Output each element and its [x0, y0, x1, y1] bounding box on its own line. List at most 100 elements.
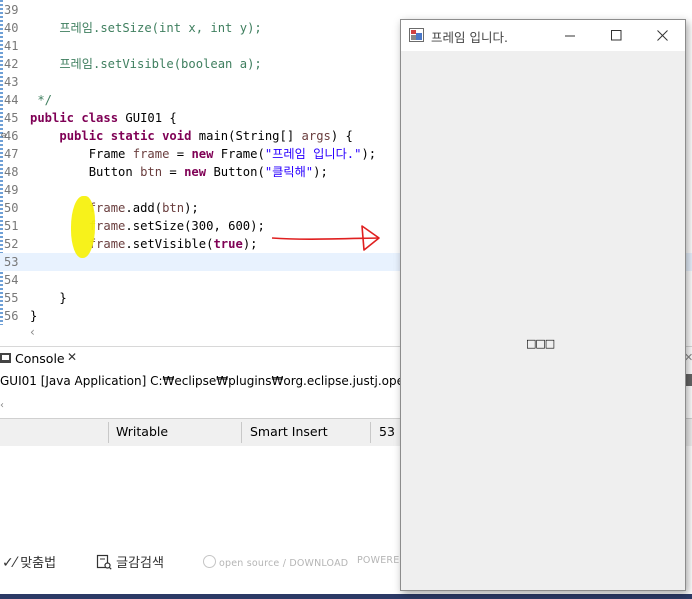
spellcheck-icon: ✓⁄ [2, 555, 17, 571]
code-token: args [301, 129, 331, 143]
line-number: 54 [4, 273, 19, 287]
code-token: true [213, 237, 243, 251]
char-search-label: 글감검색 [116, 556, 164, 571]
close-icon[interactable]: ✕ [67, 350, 77, 364]
frame-content: □□□ [401, 51, 685, 590]
close-icon [656, 30, 668, 41]
line-number: 39 [4, 3, 19, 17]
line-number: 47 [4, 147, 19, 161]
status-separator [108, 422, 109, 443]
code-text: public static void main(String[] args) { [30, 127, 353, 145]
code-token: "프레임 입니다." [264, 147, 362, 161]
line-number: 40 [4, 21, 19, 35]
awt-button[interactable]: □□□ [526, 337, 555, 350]
line-number: 55 [4, 291, 19, 305]
code-token: = [169, 147, 192, 161]
code-token: btn [162, 201, 185, 215]
line-number: 49 [4, 183, 19, 197]
open-source-link[interactable]: open source / DOWNLOAD [203, 555, 348, 569]
frame-title: 프레임 입니다. [431, 30, 508, 45]
fold-toggle-icon[interactable]: ⊖ [1, 127, 6, 145]
code-token: main(String[] [198, 129, 302, 143]
code-token: Frame [30, 147, 133, 161]
spellcheck-label: 맞춤법 [20, 556, 57, 571]
console-icon [0, 353, 11, 363]
code-token: .setSize(300, 600); [125, 219, 265, 233]
code-token: new [184, 165, 214, 179]
taskbar-strip [0, 594, 692, 599]
code-text: frame.setSize(300, 600); [30, 217, 265, 235]
code-token: .setVisible( [125, 237, 214, 251]
code-text: frame.add(btn); [30, 199, 199, 217]
code-token: public class [30, 111, 126, 125]
open-source-label: open source / DOWNLOAD [219, 558, 349, 569]
line-number: 45 [4, 111, 19, 125]
code-token: */ [30, 93, 53, 107]
line-number: 42 [4, 57, 19, 71]
yellow-highlight-annotation [71, 196, 95, 258]
spellcheck-button[interactable]: ✓⁄ 맞춤법 [2, 552, 56, 571]
code-text: } [30, 307, 37, 325]
code-token: ); [242, 237, 258, 251]
code-token: ); [313, 165, 328, 179]
code-token: public static void [59, 129, 199, 143]
code-token: } [30, 309, 38, 323]
code-token: 프레임.setVisible(boolean a); [30, 57, 262, 71]
status-insert-mode[interactable]: Smart Insert [250, 424, 328, 439]
red-arrow-annotation [271, 225, 380, 251]
code-token: Button( [213, 165, 265, 179]
code-text: 프레임.setSize(int x, int y); [30, 19, 262, 37]
code-token: ); [361, 147, 377, 161]
code-token: 프레임.setSize(int x, int y); [30, 21, 262, 35]
code-token: btn [140, 165, 163, 179]
code-text: } [30, 289, 67, 307]
code-text: frame.setVisible(true); [30, 235, 258, 253]
minimize-button[interactable] [547, 20, 593, 51]
code-token: = [162, 165, 185, 179]
char-search-button[interactable]: 글감검색 [96, 552, 164, 571]
code-text: Button btn = new Button("클릭해"); [30, 163, 328, 181]
code-token: } [30, 291, 67, 305]
scroll-left-icon[interactable]: ‹ [0, 400, 4, 411]
scroll-left-icon[interactable]: ‹ [30, 325, 35, 339]
line-number: 46 [4, 129, 19, 143]
code-token: Button [30, 165, 141, 179]
line-number: 52 [4, 237, 19, 251]
line-number: 51 [4, 219, 19, 233]
line-number: 43 [4, 75, 19, 89]
code-text: */ [30, 91, 52, 109]
frame-title-bar[interactable]: 프레임 입니다. [401, 20, 685, 51]
close-button[interactable] [639, 20, 685, 51]
code-line[interactable]: 39 [0, 1, 692, 19]
line-number: 53 [4, 255, 19, 269]
code-token: new [191, 147, 221, 161]
line-number: 56 [4, 309, 19, 323]
code-text: public class GUI01 { [30, 109, 177, 127]
status-writable: Writable [116, 424, 169, 439]
code-token: ) { [330, 129, 353, 143]
code-token: "클릭해" [264, 165, 314, 179]
console-tab[interactable]: Console ✕ [0, 347, 84, 373]
code-text: 프레임.setVisible(boolean a); [30, 55, 262, 73]
maximize-icon [610, 30, 621, 41]
frame-window[interactable]: 프레임 입니다. □□□ [400, 19, 686, 591]
document-search-icon [96, 554, 112, 570]
console-tab-label: Console [15, 351, 65, 366]
code-text: Frame frame = new Frame("프레임 입니다."); [30, 145, 376, 163]
code-token: frame [132, 147, 170, 161]
line-number: 44 [4, 93, 19, 107]
open-source-icon [203, 555, 216, 568]
status-separator [370, 422, 371, 443]
code-token: frame [88, 237, 126, 251]
minimize-icon [564, 35, 575, 37]
status-separator [241, 422, 242, 443]
code-token: GUI01 { [125, 111, 177, 125]
code-token: ); [184, 201, 199, 215]
code-token: Frame( [220, 147, 265, 161]
java-app-icon [409, 28, 424, 42]
line-number: 48 [4, 165, 19, 179]
maximize-button[interactable] [593, 20, 639, 51]
line-number: 41 [4, 39, 19, 53]
line-number: 50 [4, 201, 19, 215]
